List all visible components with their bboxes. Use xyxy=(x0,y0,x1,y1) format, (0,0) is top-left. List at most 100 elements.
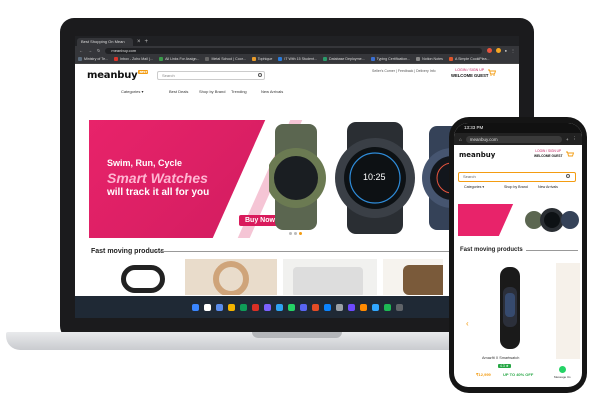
nav-trending[interactable]: Trending xyxy=(231,89,261,94)
search-icon[interactable] xyxy=(258,73,262,77)
phone-site-logo[interactable]: meanbuy xyxy=(459,151,495,159)
site-logo[interactable]: meanbuy BEST xyxy=(87,69,149,81)
bookmark-item[interactable]: All Links For Assign... xyxy=(159,57,199,61)
bookmark-item[interactable]: Database Deployme... xyxy=(323,57,365,61)
taskbar-app-icon[interactable] xyxy=(203,303,211,311)
reload-icon[interactable]: ↻ xyxy=(97,48,100,53)
tab-close-icon[interactable]: × xyxy=(137,38,141,46)
cart-icon[interactable] xyxy=(488,69,496,76)
phone-status-bar: 13:33 PM xyxy=(454,123,582,133)
taskbar-app-icon[interactable] xyxy=(347,303,355,311)
forward-icon[interactable]: → xyxy=(88,48,92,53)
chevron-left-icon[interactable]: ‹ xyxy=(466,319,469,328)
bookmark-favicon-icon xyxy=(251,57,256,61)
bookmark-item[interactable]: Typing Certification... xyxy=(370,57,410,61)
phone-account-block[interactable]: LOGIN / SIGN UP WELCOME GUEST xyxy=(534,149,563,158)
browser-tab[interactable]: Best Shopping On Mean xyxy=(77,38,133,46)
banner-line-1: Swim, Run, Cycle xyxy=(107,158,183,168)
phone-hero-banner[interactable] xyxy=(458,204,579,236)
taskbar-app-icon[interactable] xyxy=(395,303,403,311)
nav-categories[interactable]: Categories ▾ xyxy=(121,89,169,94)
extension-icon[interactable] xyxy=(495,48,501,53)
phone-screen: 13:33 PM ⌂ meanbuy.com + ⋮ meanbuy LOGIN… xyxy=(454,123,582,387)
phone-site-header: meanbuy LOGIN / SIGN UP WELCOME GUEST xyxy=(454,145,582,167)
extension-icon[interactable] xyxy=(486,48,492,53)
phone-welcome-text: WELCOME GUEST xyxy=(534,153,563,158)
bookmarks-bar: Ministry of Te... Inbox - Zoho Mail (... A… xyxy=(75,55,519,64)
welcome-text: WELCOME GUEST xyxy=(451,73,489,78)
taskbar-app-icon[interactable] xyxy=(335,303,343,311)
phone-nav-categories[interactable]: Categories ▾ xyxy=(464,185,484,189)
main-nav: Categories ▾ Best Deals Shop by Brand Tr… xyxy=(75,86,519,97)
bookmark-label: IT With 15 Student... xyxy=(284,57,318,61)
nav-best-deals[interactable]: Best Deals xyxy=(169,89,199,94)
add-tab-icon[interactable]: + xyxy=(566,137,569,142)
menu-kebab-icon[interactable]: ⋮ xyxy=(511,48,515,53)
search-input[interactable]: Search xyxy=(157,71,265,80)
carousel-dot[interactable] xyxy=(289,232,292,235)
bookmark-favicon-icon xyxy=(78,57,82,61)
taskbar-app-icon[interactable] xyxy=(371,303,379,311)
bookmark-item[interactable]: Inbox - Zoho Mail (... xyxy=(114,57,153,61)
taskbar-app-icon[interactable] xyxy=(383,303,391,311)
new-tab-icon[interactable]: + xyxy=(145,38,149,46)
phone-search-input[interactable]: Search xyxy=(458,172,576,182)
taskbar-app-icon[interactable] xyxy=(287,303,295,311)
menu-kebab-icon[interactable]: ⋮ xyxy=(573,136,578,142)
bookmark-item[interactable]: Metal School | Coor... xyxy=(205,57,246,61)
search-icon[interactable] xyxy=(566,174,570,178)
product-card[interactable] xyxy=(185,259,277,295)
bookmark-favicon-icon xyxy=(370,57,375,61)
bookmark-item[interactable]: IT With 15 Student... xyxy=(278,57,317,61)
phone-next-product-card[interactable] xyxy=(556,263,580,359)
phone-nav-shop-by-brand[interactable]: Shop by Brand xyxy=(504,185,528,189)
taskbar-app-icon[interactable] xyxy=(251,303,259,311)
url-field[interactable]: meanbuy.com xyxy=(105,47,482,54)
phone-url-field[interactable]: meanbuy.com xyxy=(465,135,562,143)
home-icon[interactable]: ⌂ xyxy=(459,137,462,142)
back-icon[interactable]: ← xyxy=(79,48,83,53)
nav-new-arrivals[interactable]: New Arrivals xyxy=(261,89,283,94)
carousel-dot[interactable] xyxy=(294,232,297,235)
cart-icon[interactable] xyxy=(566,151,574,158)
product-card[interactable] xyxy=(283,259,377,295)
product-card[interactable] xyxy=(383,259,443,295)
phone-address-bar: ⌂ meanbuy.com + ⋮ xyxy=(454,133,582,145)
bookmark-favicon-icon xyxy=(205,57,210,61)
product-image xyxy=(403,265,443,295)
bookmark-item[interactable]: Notion Notes xyxy=(416,57,443,61)
taskbar-app-icon[interactable] xyxy=(323,303,331,311)
phone-smartwatch-image xyxy=(525,208,579,232)
taskbar-app-icon[interactable] xyxy=(191,303,199,311)
taskbar-app-icon[interactable] xyxy=(239,303,247,311)
whatsapp-icon[interactable] xyxy=(559,366,566,373)
profile-icon[interactable]: ● xyxy=(505,48,507,53)
bookmark-label: Tophique xyxy=(257,57,273,61)
taskbar-app-icon[interactable] xyxy=(359,303,367,311)
bookmark-item[interactable]: A Simple CookiPlea... xyxy=(448,57,490,61)
site-header: meanbuy BEST Search Seller's Corner | Fee… xyxy=(75,64,519,86)
bookmark-item[interactable]: Ministry of Te... xyxy=(78,57,108,61)
taskbar-app-icon[interactable] xyxy=(215,303,223,311)
phone-nav-new-arrivals[interactable]: New Arrivals xyxy=(538,185,558,189)
taskbar-app-icon[interactable] xyxy=(299,303,307,311)
taskbar-app-icon[interactable] xyxy=(263,303,271,311)
phone-product-image xyxy=(500,267,520,349)
phone-product-card[interactable] xyxy=(474,263,546,387)
product-card[interactable] xyxy=(89,259,179,295)
carousel-dot[interactable] xyxy=(299,232,302,235)
phone-main-nav: Categories ▾ Shop by Brand New Arrivals xyxy=(454,184,582,192)
phone-product-discount: UP TO 40% OFF xyxy=(503,372,534,377)
taskbar-app-icon[interactable] xyxy=(227,303,235,311)
account-block[interactable]: LOGIN / SIGN UP WELCOME GUEST xyxy=(451,68,488,79)
phone-product-name: Amazfit X Smartwatch xyxy=(482,356,520,360)
whatsapp-label[interactable]: Message Us xyxy=(554,375,571,379)
phone-section-title: Fast moving products xyxy=(460,247,523,253)
taskbar-app-icon[interactable] xyxy=(311,303,319,311)
phone-rating-badge: 4.3 ★ xyxy=(498,364,511,368)
nav-shop-by-brand[interactable]: Shop by Brand xyxy=(199,89,231,94)
banner-headline: Swim, Run, Cycle Smart Watches will trac… xyxy=(107,158,209,198)
header-links[interactable]: Seller's Corner | Feedback | Delivery In… xyxy=(372,69,436,73)
taskbar-app-icon[interactable] xyxy=(275,303,283,311)
bookmark-item[interactable]: Tophique xyxy=(251,57,273,61)
